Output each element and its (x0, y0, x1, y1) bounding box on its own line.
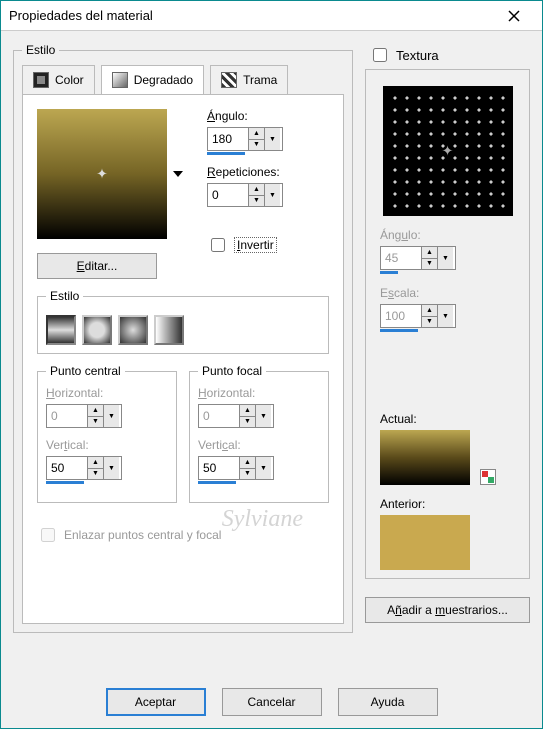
central-point-group: Punto central Horizontal: ▲▼ ▼ Ver (37, 364, 177, 503)
central-legend: Punto central (46, 364, 125, 378)
tex-scale-spinner[interactable]: ▲▼ ▼ (380, 304, 456, 328)
gradient-style-group: Estilo (37, 289, 329, 354)
style-radial[interactable] (154, 315, 184, 345)
focal-point-group: Punto focal Horizontal: ▲▼ ▼ Verti (189, 364, 329, 503)
tab-color-label: Color (55, 73, 84, 87)
add-swatch-label: Añadir a muestrarios... (387, 603, 508, 617)
gradient-preview[interactable]: ✦ (37, 109, 167, 239)
invert-checkbox[interactable] (211, 238, 225, 252)
gradient-style-legend: Estilo (46, 289, 83, 303)
cancel-button[interactable]: Cancelar (222, 688, 322, 716)
tex-angle-slider[interactable] (380, 271, 398, 274)
color-icon (33, 72, 49, 88)
focal-h-spinner[interactable]: ▲▼ ▼ (198, 404, 274, 428)
link-points-label: Enlazar puntos central y focal (64, 528, 221, 542)
previous-label: Anterior: (380, 497, 515, 511)
focal-v-label: Vertical: (198, 438, 320, 452)
style-legend: Estilo (22, 43, 59, 57)
focal-v-input[interactable] (199, 459, 239, 477)
tex-angle-spinner[interactable]: ▲▼ ▼ (380, 246, 456, 270)
invert-label: Invertir (234, 237, 277, 253)
tex-scale-slider[interactable] (380, 329, 418, 332)
gradient-dropdown-icon[interactable] (173, 171, 183, 177)
angle-input[interactable] (208, 130, 248, 148)
angle-down[interactable]: ▼ (249, 140, 264, 151)
reps-spinner[interactable]: ▲▼ ▼ (207, 183, 283, 207)
focal-legend: Punto focal (198, 364, 266, 378)
central-v-label: Vertical: (46, 438, 168, 452)
tex-angle-input[interactable] (381, 249, 421, 267)
window-title: Propiedades del material (9, 8, 494, 23)
tab-body: ✦ Editar... (22, 94, 344, 624)
central-h-label: Horizontal: (46, 386, 168, 400)
ok-label: Aceptar (135, 695, 176, 709)
angle-extra[interactable]: ▼ (264, 128, 280, 150)
link-points-checkbox (41, 528, 55, 542)
tab-color[interactable]: Color (22, 65, 95, 94)
texture-checkbox[interactable] (373, 48, 387, 62)
tab-gradient-label: Degradado (134, 73, 193, 87)
tabs: Color Degradado Trama (22, 65, 344, 94)
central-v-input[interactable] (47, 459, 87, 477)
cancel-label: Cancelar (247, 695, 295, 709)
tab-pattern-label: Trama (243, 73, 277, 87)
focal-h-input[interactable] (199, 407, 239, 425)
current-label: Actual: (380, 412, 515, 426)
close-icon (508, 10, 520, 22)
texture-preview[interactable]: ✦ (383, 86, 513, 216)
central-v-spinner[interactable]: ▲▼ ▼ (46, 456, 122, 480)
close-button[interactable] (494, 2, 534, 30)
star-icon: ✦ (96, 166, 108, 183)
tex-scale-input[interactable] (381, 307, 421, 325)
focal-v-spinner[interactable]: ▲▼ ▼ (198, 456, 274, 480)
focal-v-slider[interactable] (198, 481, 236, 484)
tex-angle-label: Ángulo: (380, 228, 515, 242)
current-color[interactable] (380, 430, 470, 485)
dialog-footer: Aceptar Cancelar Ayuda (1, 676, 542, 728)
title-bar: Propiedades del material (1, 1, 542, 31)
texture-label: Textura (396, 48, 439, 63)
tab-pattern[interactable]: Trama (210, 65, 288, 94)
style-group: Estilo Color Degradado Trama (13, 43, 353, 633)
angle-spinner[interactable]: ▲▼ ▼ (207, 127, 283, 151)
style-sunburst[interactable] (118, 315, 148, 345)
central-h-input[interactable] (47, 407, 87, 425)
gradient-icon (112, 72, 128, 88)
previous-color[interactable] (380, 515, 470, 570)
tex-scale-label: Escala: (380, 286, 515, 300)
central-h-spinner[interactable]: ▲▼ ▼ (46, 404, 122, 428)
help-label: Ayuda (371, 695, 405, 709)
help-button[interactable]: Ayuda (338, 688, 438, 716)
reps-up[interactable]: ▲ (249, 184, 264, 196)
focal-h-label: Horizontal: (198, 386, 320, 400)
tab-gradient[interactable]: Degradado (101, 65, 204, 94)
central-v-slider[interactable] (46, 481, 84, 484)
reps-extra[interactable]: ▼ (264, 184, 280, 206)
angle-slider[interactable] (207, 152, 245, 155)
edit-button[interactable]: Editar... (37, 253, 157, 279)
reps-label: Repeticiones: (207, 165, 283, 179)
texture-group: ✦ Ángulo: ▲▼ ▼ Escala: ▲▼ ▼ (365, 69, 530, 579)
style-rect[interactable] (82, 315, 112, 345)
reps-down[interactable]: ▼ (249, 196, 264, 207)
ok-button[interactable]: Aceptar (106, 688, 206, 716)
style-linear[interactable] (46, 315, 76, 345)
texture-star-icon: ✦ (442, 143, 454, 160)
pattern-icon (221, 72, 237, 88)
transparency-icon[interactable] (480, 469, 496, 485)
reps-input[interactable] (208, 186, 248, 204)
angle-up[interactable]: ▲ (249, 128, 264, 140)
edit-button-label: Editar... (77, 259, 118, 273)
add-swatch-button[interactable]: Añadir a muestrarios... (365, 597, 530, 623)
angle-label: Ángulo: (207, 109, 283, 123)
